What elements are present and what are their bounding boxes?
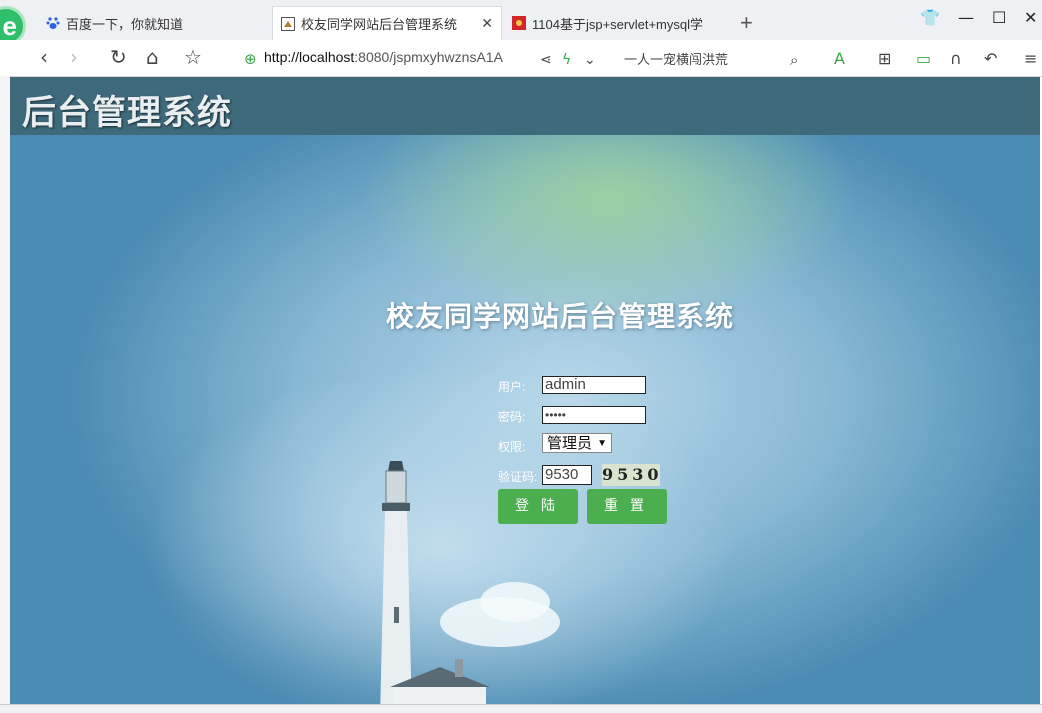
close-tab-icon[interactable]: ✕ [481,15,493,32]
baidu-paw-icon [46,16,60,30]
reload-icon[interactable]: ↻ [110,46,127,68]
reset-button[interactable]: 重置 [587,489,667,524]
translate-icon[interactable]: A [834,48,845,70]
address-bar[interactable]: http://localhost:8080/jspmxyhwznsA1A [264,49,503,65]
headphones-icon[interactable]: ∩ [950,48,962,70]
tab-active-admin[interactable]: 校友同学网站后台管理系统 ✕ [272,6,502,40]
chevron-down-icon[interactable]: ⌄ [584,49,596,71]
home-icon[interactable]: ⌂ [146,46,159,68]
tab-label: 1104基于jsp+servlet+mysql学 [532,16,703,32]
browser-toolbar: ‹ › ↻ ⌂ ☆ ⊕ http://localhost:8080/jspmxy… [0,40,1042,77]
bookmark-star-icon[interactable]: ☆ [184,46,202,68]
url-path: :8080/jspmxyhwznsA1A [354,49,503,65]
login-page: 后台管理系统 校友同学网站后台管理系统 用户: admin 密码: ••••• … [10,77,1040,712]
search-box[interactable]: 一人一宠横闯洪荒 [624,49,728,68]
page-header: 后台管理系统 [10,77,1040,135]
captcha-image[interactable]: 9530 [602,464,660,486]
close-window-icon[interactable]: ✕ [1024,8,1037,27]
header-title: 后台管理系统 [22,93,232,133]
password-label: 密码: [498,410,526,424]
secure-shield-icon: ⊕ [244,50,257,68]
page-favicon-icon [281,16,295,31]
captcha-label: 验证码: [498,470,538,484]
minimize-icon[interactable]: — [958,8,974,27]
apps-grid-icon[interactable]: ⊞ [878,48,891,70]
back-icon[interactable]: ‹ [40,46,48,68]
tab-label: 百度一下，你就知道 [66,16,184,32]
undo-icon[interactable]: ↶ [984,48,997,70]
cloud [480,582,550,622]
url-host: http://localhost [264,49,355,65]
lightning-icon[interactable]: ϟ [562,49,571,71]
browser-tab-bar: e 百度一下，你就知道 校友同学网站后台管理系统 ✕ 1104基于jsp+ser… [0,0,1042,46]
role-label: 权限: [498,440,526,454]
username-input[interactable]: admin [542,376,646,394]
red-favicon-icon [512,16,526,30]
new-tab-icon[interactable]: + [740,10,753,36]
shirt-icon[interactable]: 👕 [920,8,940,27]
username-label: 用户: [498,380,526,394]
tab-project[interactable]: 1104基于jsp+servlet+mysql学 [506,6,734,40]
role-selected-value: 管理员 [547,435,593,452]
tab-baidu[interactable]: 百度一下，你就知道 [46,6,266,40]
login-title: 校友同学网站后台管理系统 [386,300,735,333]
battery-icon: ▭ [916,49,932,68]
search-icon[interactable]: ⌕ [790,49,798,71]
menu-icon[interactable]: ≡ [1024,48,1037,70]
role-select[interactable]: 管理员 ▼ [542,433,612,453]
share-icon[interactable]: ⋖ [540,49,552,71]
maximize-icon[interactable]: ☐ [992,8,1006,27]
login-button[interactable]: 登陆 [498,489,578,524]
captcha-input[interactable]: 9530 [542,465,592,485]
forward-icon[interactable]: › [70,46,78,68]
password-input[interactable]: ••••• [542,406,646,424]
tab-label: 校友同学网站后台管理系统 [301,17,458,32]
dropdown-arrow-icon: ▼ [597,438,607,449]
sidebar-edge [0,76,10,712]
